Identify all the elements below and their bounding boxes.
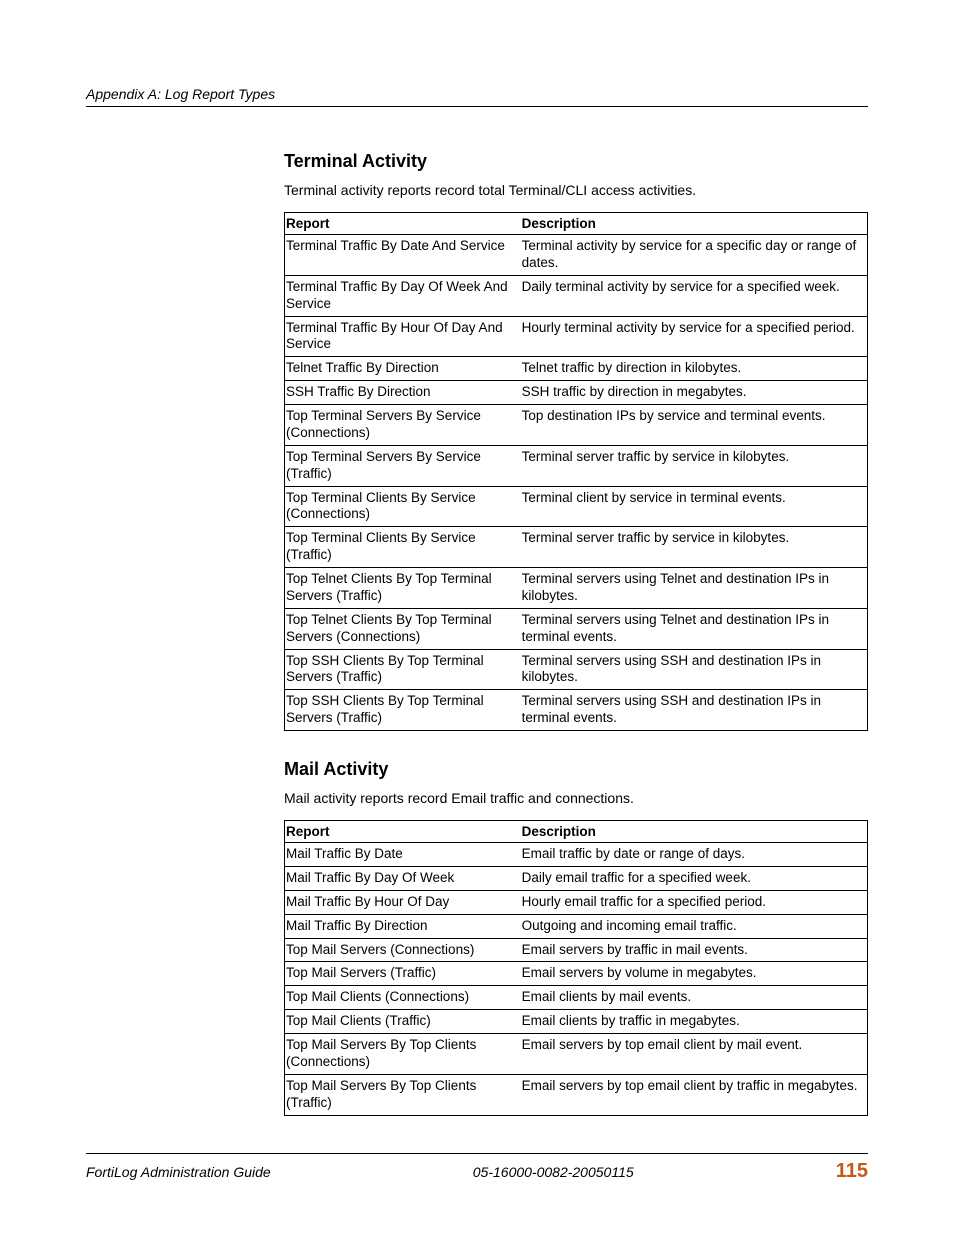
cell-report: SSH Traffic By Direction <box>285 381 521 405</box>
col-report: Report <box>285 213 521 235</box>
table-row: Top Mail Servers (Traffic)Email servers … <box>285 962 868 986</box>
table-header-row: Report Description <box>285 821 868 843</box>
table-row: Telnet Traffic By DirectionTelnet traffi… <box>285 357 868 381</box>
cell-description: Telnet traffic by direction in kilobytes… <box>521 357 868 381</box>
cell-report: Top Terminal Servers By Service (Traffic… <box>285 445 521 486</box>
cell-description: Top destination IPs by service and termi… <box>521 405 868 446</box>
cell-description: Hourly terminal activity by service for … <box>521 316 868 357</box>
cell-report: Top Mail Servers By Top Clients (Traffic… <box>285 1074 521 1115</box>
table-header-row: Report Description <box>285 213 868 235</box>
appendix-title: Appendix A: Log Report Types <box>86 86 868 102</box>
cell-report: Top Terminal Servers By Service (Connect… <box>285 405 521 446</box>
section-heading-terminal: Terminal Activity <box>284 151 868 172</box>
cell-description: Terminal servers using SSH and destinati… <box>521 690 868 731</box>
cell-description: Email servers by top email client by mai… <box>521 1034 868 1075</box>
cell-report: Telnet Traffic By Direction <box>285 357 521 381</box>
section-heading-mail: Mail Activity <box>284 759 868 780</box>
table-row: Mail Traffic By DirectionOutgoing and in… <box>285 914 868 938</box>
table-row: Top SSH Clients By Top Terminal Servers … <box>285 690 868 731</box>
terminal-table: Report Description Terminal Traffic By D… <box>284 212 868 731</box>
table-row: Terminal Traffic By Date And ServiceTerm… <box>285 235 868 276</box>
table-row: Top SSH Clients By Top Terminal Servers … <box>285 649 868 690</box>
cell-report: Mail Traffic By Date <box>285 843 521 867</box>
cell-description: Daily email traffic for a specified week… <box>521 866 868 890</box>
table-row: Top Mail Servers By Top Clients (Traffic… <box>285 1074 868 1115</box>
cell-description: Email traffic by date or range of days. <box>521 843 868 867</box>
col-description: Description <box>521 213 868 235</box>
table-row: Top Mail Servers (Connections)Email serv… <box>285 938 868 962</box>
cell-description: Email servers by traffic in mail events. <box>521 938 868 962</box>
cell-description: Terminal servers using SSH and destinati… <box>521 649 868 690</box>
mail-table: Report Description Mail Traffic By DateE… <box>284 820 868 1116</box>
cell-description: Terminal server traffic by service in ki… <box>521 527 868 568</box>
table-row: Top Terminal Clients By Service (Connect… <box>285 486 868 527</box>
cell-report: Top Mail Clients (Traffic) <box>285 1010 521 1034</box>
table-row: Mail Traffic By Day Of WeekDaily email t… <box>285 866 868 890</box>
table-row: Top Telnet Clients By Top Terminal Serve… <box>285 568 868 609</box>
footer-row: FortiLog Administration Guide 05-16000-0… <box>86 1160 868 1183</box>
cell-report: Mail Traffic By Hour Of Day <box>285 890 521 914</box>
cell-description: SSH traffic by direction in megabytes. <box>521 381 868 405</box>
col-report: Report <box>285 821 521 843</box>
header-rule <box>86 106 868 107</box>
col-description: Description <box>521 821 868 843</box>
page-footer: FortiLog Administration Guide 05-16000-0… <box>86 1153 868 1183</box>
footer-doc-id: 05-16000-0082-20050115 <box>473 1164 634 1180</box>
table-row: Top Mail Servers By Top Clients (Connect… <box>285 1034 868 1075</box>
section-intro-terminal: Terminal activity reports record total T… <box>284 182 868 198</box>
cell-description: Terminal client by service in terminal e… <box>521 486 868 527</box>
table-row: Terminal Traffic By Day Of Week And Serv… <box>285 275 868 316</box>
cell-description: Outgoing and incoming email traffic. <box>521 914 868 938</box>
cell-description: Terminal server traffic by service in ki… <box>521 445 868 486</box>
cell-description: Email servers by volume in megabytes. <box>521 962 868 986</box>
table-row: Top Terminal Clients By Service (Traffic… <box>285 527 868 568</box>
cell-description: Terminal servers using Telnet and destin… <box>521 608 868 649</box>
cell-report: Top SSH Clients By Top Terminal Servers … <box>285 690 521 731</box>
cell-report: Top Terminal Clients By Service (Connect… <box>285 486 521 527</box>
table-row: Mail Traffic By DateEmail traffic by dat… <box>285 843 868 867</box>
cell-report: Top Mail Servers By Top Clients (Connect… <box>285 1034 521 1075</box>
table-row: Top Mail Clients (Connections)Email clie… <box>285 986 868 1010</box>
page-content: Terminal Activity Terminal activity repo… <box>86 151 868 1116</box>
table-row: Top Terminal Servers By Service (Traffic… <box>285 445 868 486</box>
cell-description: Daily terminal activity by service for a… <box>521 275 868 316</box>
cell-description: Terminal activity by service for a speci… <box>521 235 868 276</box>
footer-rule <box>86 1153 868 1154</box>
footer-guide-title: FortiLog Administration Guide <box>86 1164 271 1180</box>
cell-report: Top Mail Clients (Connections) <box>285 986 521 1010</box>
cell-report: Top Telnet Clients By Top Terminal Serve… <box>285 568 521 609</box>
cell-description: Email clients by traffic in megabytes. <box>521 1010 868 1034</box>
cell-description: Hourly email traffic for a specified per… <box>521 890 868 914</box>
page-header: Appendix A: Log Report Types <box>86 86 868 107</box>
cell-report: Top Mail Servers (Traffic) <box>285 962 521 986</box>
table-row: SSH Traffic By DirectionSSH traffic by d… <box>285 381 868 405</box>
table-row: Terminal Traffic By Hour Of Day And Serv… <box>285 316 868 357</box>
cell-report: Terminal Traffic By Hour Of Day And Serv… <box>285 316 521 357</box>
table-row: Top Telnet Clients By Top Terminal Serve… <box>285 608 868 649</box>
cell-report: Top SSH Clients By Top Terminal Servers … <box>285 649 521 690</box>
cell-report: Terminal Traffic By Date And Service <box>285 235 521 276</box>
table-row: Mail Traffic By Hour Of DayHourly email … <box>285 890 868 914</box>
cell-report: Top Mail Servers (Connections) <box>285 938 521 962</box>
cell-description: Terminal servers using Telnet and destin… <box>521 568 868 609</box>
table-row: Top Mail Clients (Traffic)Email clients … <box>285 1010 868 1034</box>
cell-description: Email servers by top email client by tra… <box>521 1074 868 1115</box>
cell-description: Email clients by mail events. <box>521 986 868 1010</box>
cell-report: Mail Traffic By Direction <box>285 914 521 938</box>
section-intro-mail: Mail activity reports record Email traff… <box>284 790 868 806</box>
cell-report: Top Terminal Clients By Service (Traffic… <box>285 527 521 568</box>
table-row: Top Terminal Servers By Service (Connect… <box>285 405 868 446</box>
cell-report: Mail Traffic By Day Of Week <box>285 866 521 890</box>
cell-report: Terminal Traffic By Day Of Week And Serv… <box>285 275 521 316</box>
page-number: 115 <box>836 1160 868 1183</box>
cell-report: Top Telnet Clients By Top Terminal Serve… <box>285 608 521 649</box>
